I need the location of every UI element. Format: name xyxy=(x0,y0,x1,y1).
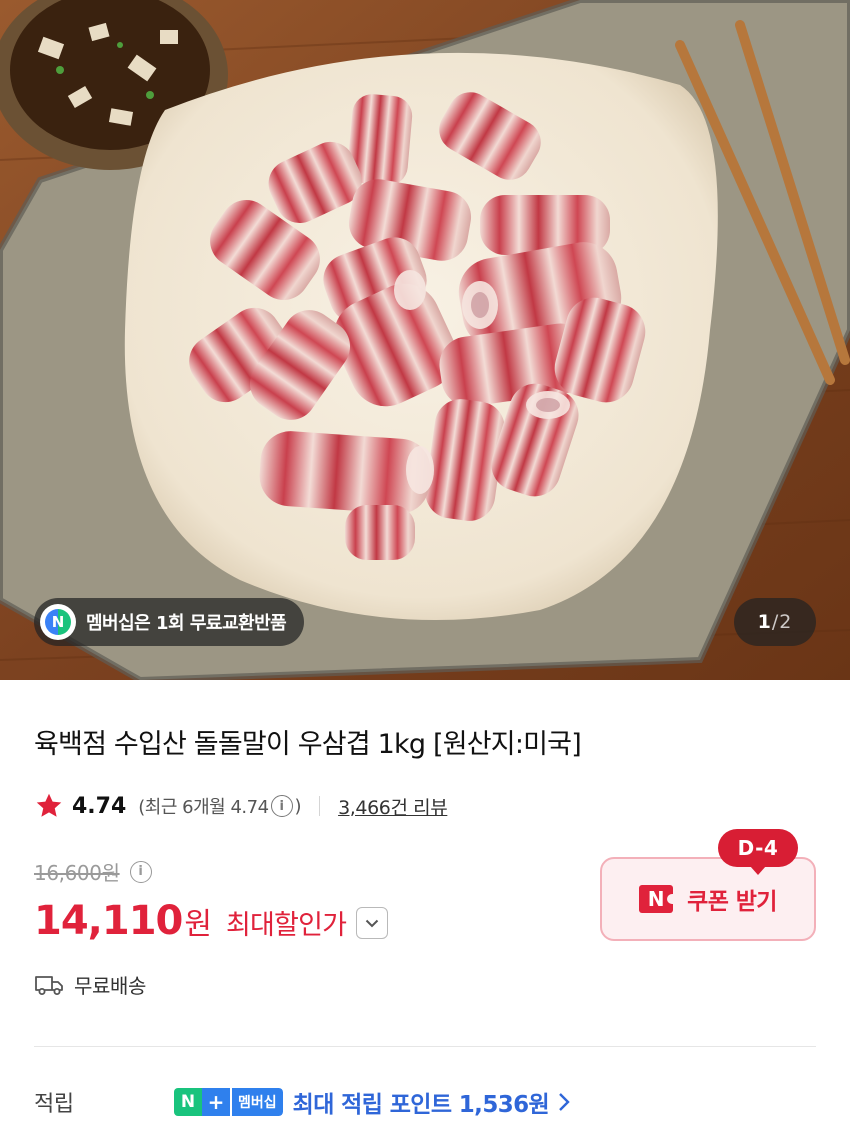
max-discount-label: 최대할인가 xyxy=(225,910,347,941)
counter-total: 2 xyxy=(779,611,793,633)
truck-icon xyxy=(35,975,63,995)
badge-n: N xyxy=(174,1088,202,1116)
rating-score: 4.74 xyxy=(72,793,127,819)
get-coupon-button[interactable]: N 쿠폰 받기 xyxy=(600,857,816,941)
max-points-text: 최대 적립 포인트 1,536원 xyxy=(292,1092,550,1118)
price-info-icon[interactable]: i xyxy=(129,860,152,883)
sale-price-row: 14,110 원 최대할인가 xyxy=(34,898,389,944)
star-icon xyxy=(36,793,62,817)
badge-membership: 멤버십 xyxy=(232,1088,283,1116)
original-price: 16,600원 xyxy=(34,861,120,885)
naver-plus-membership-badge: N + 멤버십 xyxy=(174,1088,283,1116)
shipping-row: 무료배송 xyxy=(34,970,146,999)
points-row[interactable]: 적립 N + 멤버십 최대 적립 포인트 1,536원 xyxy=(34,1082,816,1122)
chevron-down-icon xyxy=(365,919,379,927)
product-title: 육백점 수입산 돌돌말이 우삼겹 1kg [원산지:미국] xyxy=(34,729,582,760)
coupon-dday-badge: D-4 xyxy=(718,829,798,875)
shipping-label: 무료배송 xyxy=(74,974,146,998)
naver-coupon-icon: N xyxy=(639,885,675,913)
original-price-row: 16,600원 i xyxy=(34,857,154,886)
image-page-counter: 1 / 2 xyxy=(734,598,816,646)
counter-current: 1 xyxy=(757,611,772,633)
divider xyxy=(319,796,321,816)
recent-rating-text: (최근 6개월 4.74 xyxy=(138,797,269,818)
info-icon[interactable]: i xyxy=(270,795,293,817)
membership-badge-text: 멤버십은 1회 무료교환반품 xyxy=(86,613,287,634)
coupon-label: 쿠폰 받기 xyxy=(687,889,777,915)
rating-row: 4.74 (최근 6개월 4.74 i ) 3,466건 리뷰 xyxy=(34,788,448,824)
product-image-carousel[interactable]: N 멤버십은 1회 무료교환반품 1 / 2 xyxy=(0,0,850,680)
sale-price: 14,110 xyxy=(34,898,183,944)
review-count-link[interactable]: 3,466건 리뷰 xyxy=(338,793,448,820)
chevron-right-icon xyxy=(559,1093,570,1111)
points-label: 적립 xyxy=(34,1092,74,1117)
discount-detail-toggle[interactable] xyxy=(356,907,389,939)
membership-return-badge[interactable]: N 멤버십은 1회 무료교환반품 xyxy=(34,598,305,646)
sale-price-unit: 원 xyxy=(184,907,212,942)
recent-rating-close: ) xyxy=(294,795,302,817)
naver-membership-logo: N xyxy=(40,604,76,640)
section-divider xyxy=(34,1046,816,1047)
product-photo xyxy=(0,0,850,680)
badge-plus: + xyxy=(202,1088,230,1116)
recent-rating: (최근 6개월 4.74 i ) xyxy=(138,793,302,819)
counter-separator: / xyxy=(771,611,780,633)
